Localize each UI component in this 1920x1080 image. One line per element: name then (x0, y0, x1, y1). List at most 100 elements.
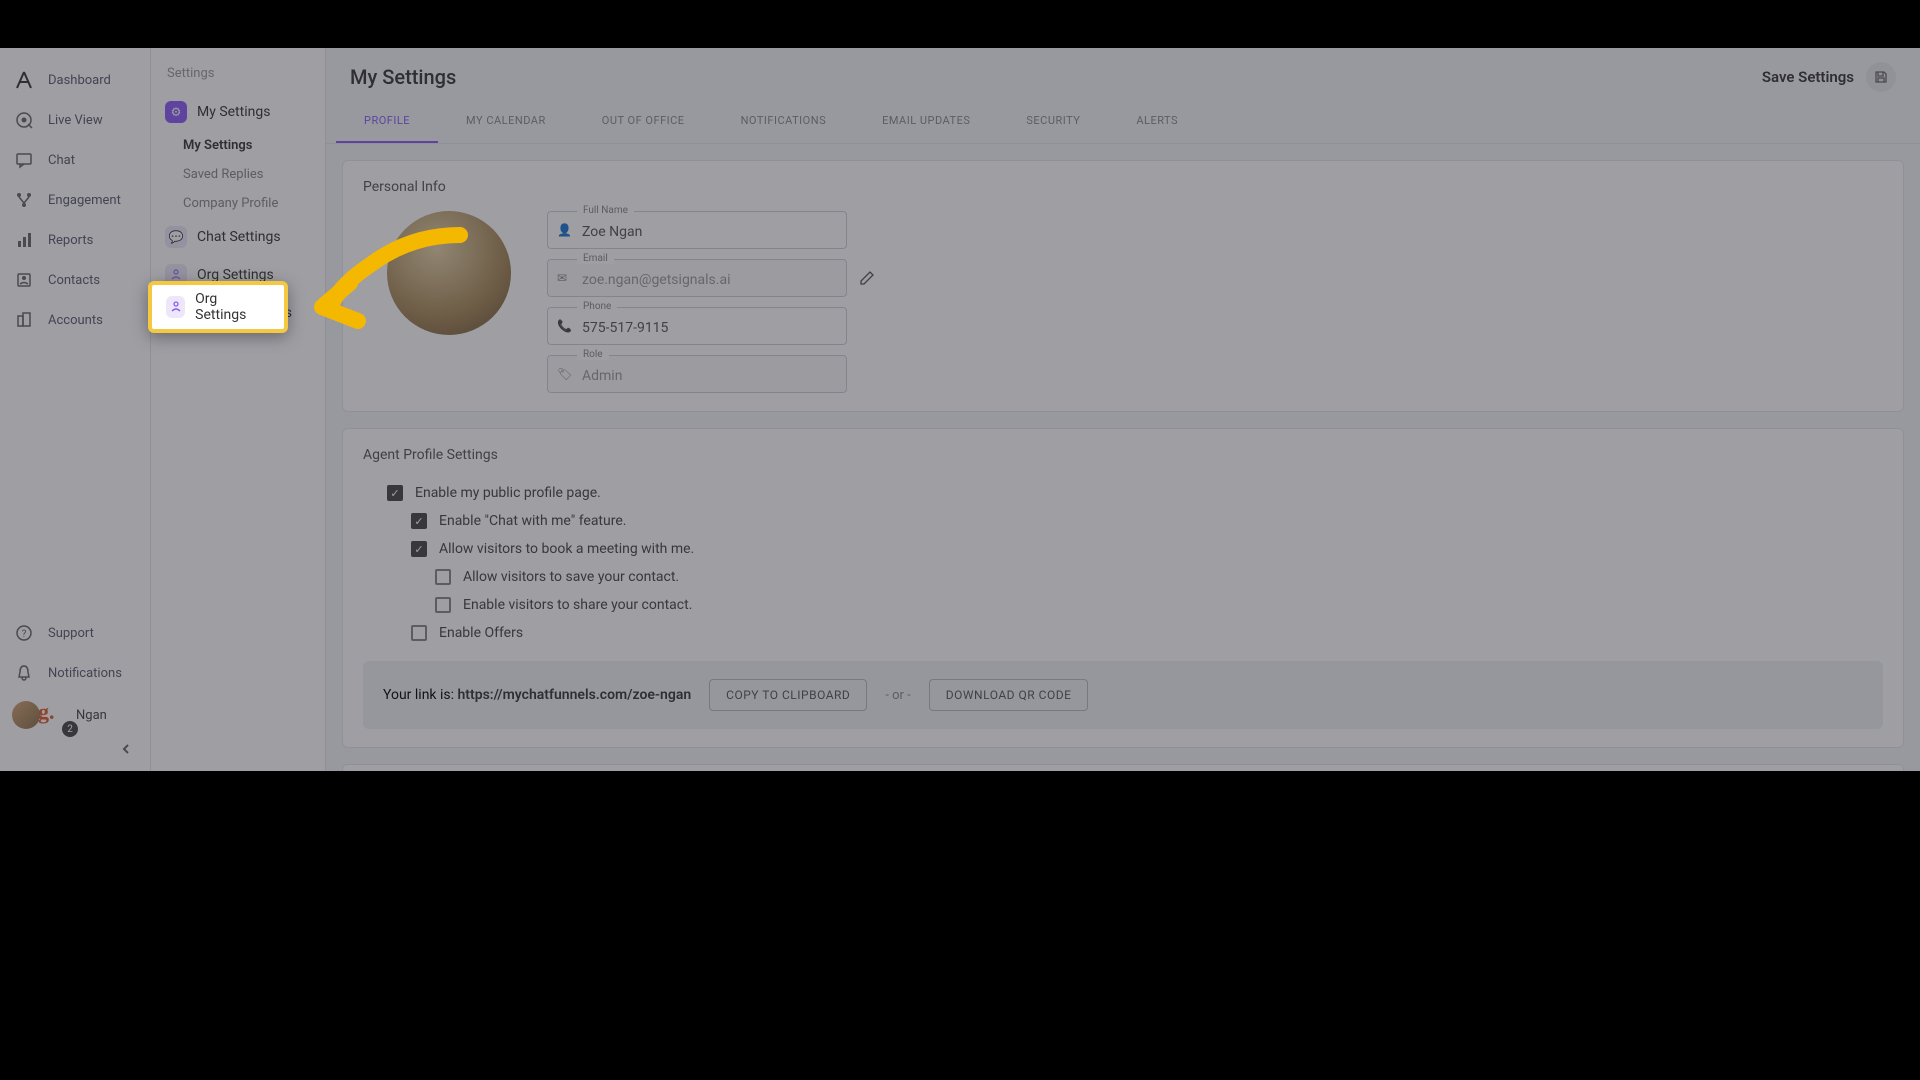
collapse-nav-button[interactable] (0, 737, 150, 761)
nav-label: Accounts (48, 313, 103, 328)
svg-text:?: ? (22, 629, 27, 640)
nav-reports[interactable]: Reports (0, 220, 150, 260)
tab-alerts[interactable]: ALERTS (1108, 100, 1206, 143)
link-prefix: Your link is: (383, 687, 457, 703)
group-label: Chat Settings (197, 229, 281, 245)
download-qr-button[interactable]: DOWNLOAD QR CODE (929, 679, 1089, 711)
tab-ooo[interactable]: OUT OF OFFICE (574, 100, 713, 143)
checkbox[interactable]: ✓ (411, 513, 427, 529)
tabs: PROFILE MY CALENDAR OUT OF OFFICE NOTIFI… (326, 100, 1920, 144)
opt-label: Enable Offers (439, 625, 523, 641)
nav-label: Chat (48, 153, 75, 168)
settings-sub-companyprofile[interactable]: Company Profile (151, 189, 325, 218)
personal-info-card: Personal Info 👤 Full Name ✉ Email (342, 160, 1904, 412)
opt-public-profile[interactable]: ✓ Enable my public profile page. (363, 479, 1883, 507)
reports-icon (14, 230, 34, 250)
copy-clipboard-button[interactable]: COPY TO CLIPBOARD (709, 679, 867, 711)
opt-label: Enable "Chat with me" feature. (439, 513, 626, 529)
person-icon: 👤 (557, 223, 572, 237)
opt-offers[interactable]: Enable Offers (363, 619, 1883, 647)
settings-group-chat[interactable]: 💬 Chat Settings (151, 218, 325, 256)
pencil-icon (859, 270, 875, 286)
role-icon: 🏷 (557, 367, 572, 381)
nav-chat[interactable]: Chat (0, 140, 150, 180)
field-label: Phone (577, 301, 617, 312)
avatar (12, 701, 40, 729)
bell-icon (14, 663, 34, 683)
chat-icon (14, 150, 34, 170)
chat-settings-icon: 💬 (165, 226, 187, 248)
field-label: Email (577, 253, 614, 264)
opt-book-meeting[interactable]: ✓ Allow visitors to book a meeting with … (363, 535, 1883, 563)
email-input (547, 259, 847, 297)
settings-group-mysettings[interactable]: ⚙ My Settings (151, 93, 325, 131)
edit-email-button[interactable] (859, 270, 875, 286)
save-settings-button[interactable] (1866, 62, 1896, 92)
opt-chat-with-me[interactable]: ✓ Enable "Chat with me" feature. (363, 507, 1883, 535)
org-icon (166, 296, 185, 318)
nav-label: Engagement (48, 193, 121, 208)
gear-icon: ⚙ (165, 101, 187, 123)
tab-security[interactable]: SECURITY (998, 100, 1108, 143)
field-label: Full Name (577, 205, 634, 216)
full-name-input[interactable] (547, 211, 847, 249)
link-url: https://mychatfunnels.com/zoe-ngan (457, 687, 691, 703)
role-input (547, 355, 847, 393)
next-card-peek (342, 764, 1904, 771)
settings-sub-savedreplies[interactable]: Saved Replies (151, 160, 325, 189)
nav-label: Dashboard (48, 73, 111, 88)
nav-logo[interactable]: Dashboard (0, 60, 150, 100)
phone-input[interactable] (547, 307, 847, 345)
main-content: My Settings Save Settings PROFILE MY CAL… (326, 48, 1920, 771)
page-title: My Settings (350, 65, 456, 89)
user-menu[interactable]: g. Ngan 2 (0, 693, 150, 737)
opt-label: Enable visitors to share your contact. (463, 597, 692, 613)
settings-title: Settings (151, 66, 325, 93)
tab-profile[interactable]: PROFILE (336, 100, 438, 143)
highlight-org-settings: Org Settings (148, 281, 288, 333)
checkbox[interactable] (435, 597, 451, 613)
opt-share-contact[interactable]: Enable visitors to share your contact. (363, 591, 1883, 619)
checkbox[interactable]: ✓ (411, 541, 427, 557)
checkbox[interactable] (411, 625, 427, 641)
nav-label: Support (48, 626, 94, 641)
checkbox[interactable]: ✓ (387, 485, 403, 501)
liveview-icon (14, 110, 34, 130)
tab-notifications[interactable]: NOTIFICATIONS (713, 100, 855, 143)
highlight-label: Org Settings (195, 291, 262, 323)
nav-liveview[interactable]: Live View (0, 100, 150, 140)
tab-calendar[interactable]: MY CALENDAR (438, 100, 574, 143)
checkbox[interactable] (435, 569, 451, 585)
phone-icon: 📞 (557, 319, 572, 333)
nav-contacts[interactable]: Contacts (0, 260, 150, 300)
group-label: My Settings (197, 104, 270, 120)
or-separator: - or - (885, 688, 910, 703)
opt-label: Allow visitors to book a meeting with me… (439, 541, 694, 557)
field-label: Role (577, 349, 609, 360)
nav-accounts[interactable]: Accounts (0, 300, 150, 340)
chevron-left-icon (120, 743, 132, 755)
email-icon: ✉ (557, 271, 567, 285)
user-name: Ngan (76, 708, 107, 723)
opt-label: Allow visitors to save your contact. (463, 569, 679, 585)
engagement-icon (14, 190, 34, 210)
nav-label: Reports (48, 233, 93, 248)
agent-profile-card: Agent Profile Settings ✓ Enable my publi… (342, 428, 1904, 748)
help-icon: ? (14, 623, 34, 643)
nav-label: Notifications (48, 666, 122, 681)
nav-support[interactable]: ? Support (0, 613, 150, 653)
profile-avatar[interactable] (387, 211, 511, 335)
notification-count: 2 (62, 721, 78, 737)
contacts-icon (14, 270, 34, 290)
logo-icon (14, 70, 34, 90)
nav-notifications[interactable]: Notifications (0, 653, 150, 693)
opt-save-contact[interactable]: Allow visitors to save your contact. (363, 563, 1883, 591)
accounts-icon (14, 310, 34, 330)
nav-rail: Dashboard Live View Chat Engagement Repo… (0, 48, 151, 771)
nav-label: Contacts (48, 273, 100, 288)
settings-sub-mysettings[interactable]: My Settings (151, 131, 325, 160)
profile-link-box: Your link is: https://mychatfunnels.com/… (363, 661, 1883, 729)
g-badge: g. (38, 699, 55, 725)
tab-emailupdates[interactable]: EMAIL UPDATES (854, 100, 998, 143)
nav-engagement[interactable]: Engagement (0, 180, 150, 220)
